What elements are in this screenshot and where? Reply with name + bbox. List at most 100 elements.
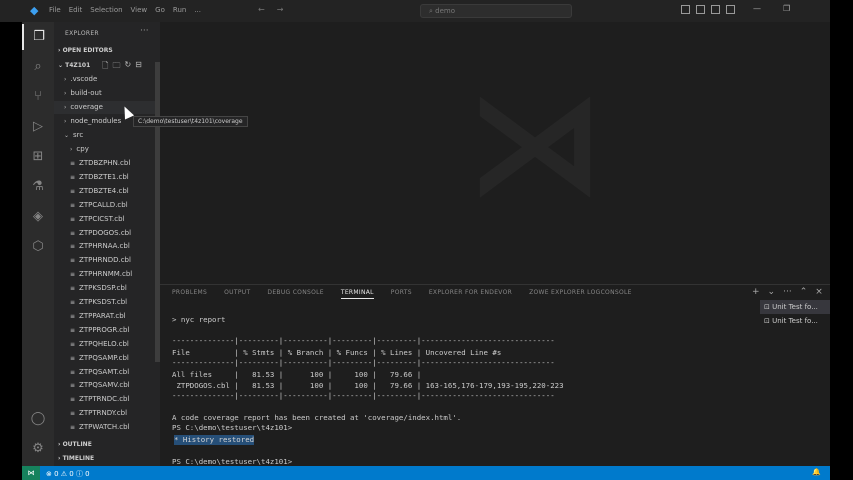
outline-section[interactable]: › OUTLINE [58, 441, 92, 448]
more-actions-icon[interactable]: ··· [783, 287, 792, 297]
tree-file[interactable]: ≡ ZTPHRNMM.cbl [70, 268, 160, 281]
menu-run[interactable]: Run [173, 6, 186, 14]
chevron-right-icon: › [64, 118, 67, 125]
endevor-icon[interactable]: ⬡ [22, 234, 54, 260]
menu-go[interactable]: Go [155, 6, 165, 14]
tree-folder-vscode[interactable]: › .vscode [64, 73, 160, 86]
search-icon[interactable]: ⌕ [22, 54, 54, 80]
cobol-file-icon: ≡ [70, 201, 76, 209]
run-debug-icon[interactable]: ▷ [22, 114, 54, 140]
collapse-all-icon[interactable]: ⊟ [135, 60, 142, 74]
tree-file[interactable]: ≡ ZTDBZPHN.cbl [70, 157, 160, 170]
notifications-bell-icon[interactable]: 🔔 [812, 468, 821, 476]
tree-file-label: ZTPKSDSP.cbl [79, 284, 127, 293]
tree-folder-coverage[interactable]: › coverage [54, 101, 160, 114]
tree-file[interactable]: ≡ ZTPKSDSP.cbl [70, 282, 160, 295]
explorer-files-icon[interactable]: ❐ [22, 24, 54, 50]
menu-view[interactable]: View [131, 6, 148, 14]
tree-file[interactable]: ≡ ZTPHRNDD.cbl [70, 254, 160, 267]
back-arrow-icon[interactable]: ← [258, 5, 265, 14]
account-icon[interactable]: ◯ [22, 406, 54, 432]
tree-file-label: ZTPWATCH.cbl [79, 423, 130, 432]
cobol-file-icon: ≡ [70, 285, 76, 293]
settings-gear-icon[interactable]: ⚙ [22, 436, 54, 462]
tree-file[interactable]: ≡ ZTPPARAT.cbl [70, 310, 160, 323]
cobol-file-icon: ≡ [70, 410, 76, 418]
menu-file[interactable]: File [49, 6, 61, 14]
tree-file-label: ZTPKSDST.cbl [79, 298, 128, 306]
bottom-panel: PROBLEMS OUTPUT DEBUG CONSOLE TERMINAL P… [160, 284, 830, 466]
extensions-icon[interactable]: ⊞ [22, 144, 54, 170]
command-center-search[interactable]: ⌕ demo [420, 4, 572, 18]
editor-area: ⋊ [160, 22, 830, 284]
timeline-section[interactable]: › TIMELINE [58, 455, 94, 462]
refresh-icon[interactable]: ↻ [124, 60, 131, 74]
tree-file[interactable]: ≡ ZTPQSAMV.cbl [70, 379, 160, 392]
terminal-line: PS C:\demo\testuser\t4z101> [172, 423, 293, 432]
tab-zowe-explorer-logconsole[interactable]: ZOWE EXPLORER LOGCONSOLE [529, 289, 632, 299]
tab-explorer-for-endevor[interactable]: EXPLORER FOR ENDEVOR [429, 289, 512, 299]
tree-file[interactable]: ≡ ZTPWATCH.cbl [70, 421, 160, 434]
tab-debug-console[interactable]: DEBUG CONSOLE [267, 289, 323, 299]
tree-file-label: ZTPTRNDY.cbl [79, 409, 128, 418]
cobol-file-icon: ≡ [70, 243, 76, 251]
close-panel-icon[interactable]: × [815, 287, 823, 297]
chevron-down-icon[interactable]: ⌄ [768, 287, 776, 297]
tab-output[interactable]: OUTPUT [224, 289, 250, 299]
tab-terminal[interactable]: TERMINAL [340, 289, 374, 299]
terminal-instance[interactable]: ⊡ Unit Test fo... [760, 300, 830, 314]
tree-file[interactable]: ≡ ZTPKSDST.cbl [70, 296, 160, 309]
new-folder-icon[interactable]: 🗀 [112, 60, 120, 74]
problems-count[interactable]: ⊗ 0 ⚠ 0 ⓘ 0 [46, 469, 90, 479]
new-file-icon[interactable]: 🗋 [102, 60, 108, 74]
toggle-panel-icon[interactable] [696, 5, 705, 14]
tree-file[interactable]: ≡ ZTPPROGR.cbl [70, 324, 160, 337]
terminal-instance[interactable]: ⊡ Unit Test fo... [760, 314, 830, 328]
toggle-secondary-sidebar-icon[interactable] [711, 5, 720, 14]
window-controls: — ❐ [753, 4, 790, 13]
menu-selection[interactable]: Selection [90, 6, 122, 14]
tree-file[interactable]: ≡ ZTPTRNDC.cbl [70, 393, 160, 406]
cobol-file-icon: ≡ [70, 160, 76, 167]
tab-ports[interactable]: PORTS [391, 289, 412, 299]
tree-file-label: ZTDBZPHN.cbl [79, 159, 131, 167]
zowe-explorer-icon[interactable]: ◈ [22, 204, 54, 230]
tree-file[interactable]: ≡ ZTPQSAMT.cbl [70, 366, 160, 379]
tree-file[interactable]: ≡ ZTPCICST.cbl [70, 213, 160, 226]
cobol-file-icon: ≡ [70, 396, 76, 404]
tree-file-label: ZTPPARAT.cbl [79, 311, 126, 320]
tree-folder-build-out[interactable]: › build-out [64, 87, 160, 100]
tree-file[interactable]: ≡ ZTPQHELO.cbl [70, 338, 160, 351]
remote-indicator-icon[interactable]: ⋈ [22, 466, 40, 480]
maximize-panel-icon[interactable]: ⌃ [800, 287, 808, 297]
tab-problems[interactable]: PROBLEMS [172, 289, 207, 299]
restore-icon[interactable]: ❐ [783, 4, 790, 13]
tree-file[interactable]: ≡ ZTPQSAMP.cbl [70, 352, 160, 365]
tree-file[interactable]: ≡ ZTPHRNAA.cbl [70, 240, 160, 253]
more-actions-icon[interactable]: ··· [140, 26, 149, 36]
open-editors-section[interactable]: › OPEN EDITORS [58, 47, 113, 54]
customize-layout-icon[interactable] [726, 5, 735, 14]
testing-flask-icon[interactable]: ⚗ [22, 174, 54, 200]
toggle-sidebar-icon[interactable] [681, 5, 690, 14]
tree-file[interactable]: ≡ ZTPDOGOS.cbl [70, 227, 160, 240]
menu-edit[interactable]: Edit [69, 6, 83, 14]
chevron-right-icon: › [64, 104, 67, 111]
panel-tabs: PROBLEMS OUTPUT DEBUG CONSOLE TERMINAL P… [172, 289, 632, 299]
tree-folder-src[interactable]: ⌄ src [64, 129, 160, 142]
tree-file[interactable]: ≡ ZTDBZTE4.cbl [70, 185, 160, 198]
minimize-icon[interactable]: — [753, 4, 761, 13]
terminal-line: > nyc report [172, 315, 226, 324]
tree-folder-cpy[interactable]: › cpy [70, 143, 160, 156]
path-tooltip: C:\demo\testuser\t4z101\coverage [133, 116, 248, 127]
cobol-file-icon: ≡ [70, 368, 76, 376]
tree-file[interactable]: ≡ ZTPCALLD.cbl [70, 199, 160, 212]
workspace-root-section[interactable]: ⌄ T4Z101 [58, 62, 90, 69]
new-terminal-plus-icon[interactable]: + [752, 287, 760, 297]
forward-arrow-icon[interactable]: → [277, 5, 284, 14]
tree-file[interactable]: ≡ ZTPTRNDY.cbl [70, 407, 160, 420]
tree-file[interactable]: ≡ ZTDBZTE1.cbl [70, 171, 160, 184]
source-control-icon[interactable]: ⑂ [22, 84, 54, 110]
cobol-file-icon: ≡ [70, 340, 76, 348]
menu-more[interactable]: ... [194, 6, 201, 14]
